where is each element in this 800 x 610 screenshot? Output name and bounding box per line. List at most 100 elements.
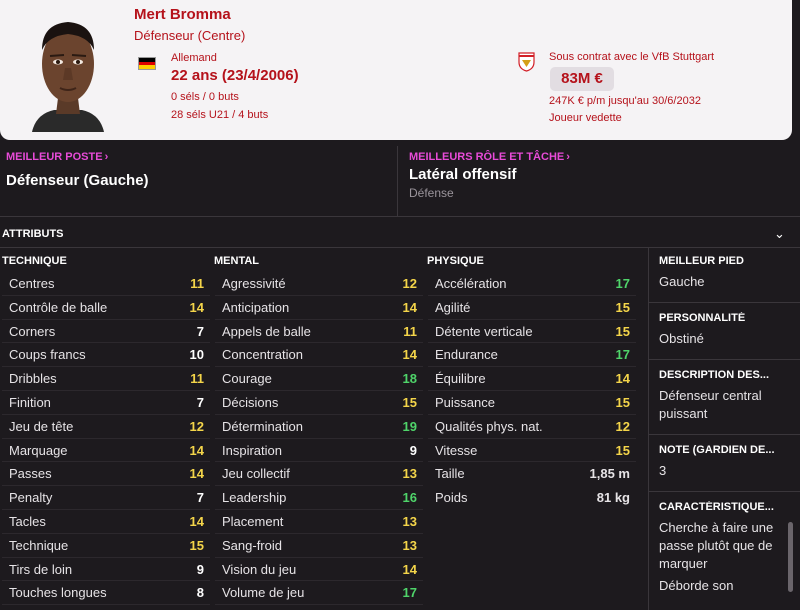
attribute-label: Tirs de loin [9, 561, 73, 577]
best-position-link[interactable]: MEILLEUR POSTE › [6, 151, 108, 163]
attribute-label: Passes [9, 466, 52, 482]
attribute-row[interactable]: Placement 13 [215, 510, 423, 534]
attribute-row[interactable]: Passes 14 [2, 462, 210, 486]
goalkeeper-rating: NOTE (GARDIEN DE... 3 [659, 444, 789, 480]
attribute-row[interactable]: Agressivité 12 [215, 272, 423, 296]
attributes-title: ATTRIBUTS [2, 228, 64, 240]
attribute-row[interactable]: Anticipation 14 [215, 296, 423, 320]
attribute-label: Agilité [435, 299, 471, 315]
attribute-label: Appels de balle [222, 323, 311, 339]
transfer-value-badge: 83M € [550, 67, 614, 91]
attribute-value: 13 [402, 466, 417, 482]
attribute-row[interactable]: Puissance 15 [428, 391, 636, 415]
player-nationality[interactable]: Allemand [171, 52, 217, 64]
height-row: Taille 1,85 m [428, 462, 636, 486]
attribute-row[interactable]: Détermination 19 [215, 415, 423, 439]
attribute-row[interactable]: Qualités phys. nat. 12 [428, 415, 636, 439]
attribute-row[interactable]: Coups francs 10 [2, 343, 210, 367]
preferred-foot-title: MEILLEUR PIED [659, 255, 744, 267]
attribute-row[interactable]: Leadership 16 [215, 486, 423, 510]
attribute-value: 19 [402, 418, 417, 434]
attribute-row[interactable]: Jeu de tête 12 [2, 415, 210, 439]
divider [0, 216, 800, 217]
attribute-value: 8 [196, 585, 204, 601]
attribute-value: 14 [189, 513, 204, 529]
attribute-label: Qualités phys. nat. [435, 418, 543, 434]
attribute-row[interactable]: Finition 7 [2, 391, 210, 415]
chevron-down-icon[interactable]: ⌄ [774, 226, 785, 242]
attribute-label: Inspiration [222, 442, 282, 458]
media-description-title: DESCRIPTION DES... [659, 369, 770, 381]
attribute-row[interactable]: Corners 7 [2, 320, 210, 344]
attribute-value: 17 [615, 276, 630, 291]
attribute-value: 11 [190, 371, 204, 387]
attribute-row[interactable]: Courage 18 [215, 367, 423, 391]
attribute-row[interactable]: Agilité 15 [428, 296, 636, 320]
player-position: Défenseur (Centre) [134, 28, 246, 43]
weight-value: 81 kg [596, 490, 630, 506]
media-description: DESCRIPTION DES... Défenseur central pui… [659, 369, 789, 423]
attribute-row[interactable]: Tirs de loin 9 [2, 558, 210, 582]
attribute-label: Vision du jeu [222, 561, 297, 577]
attribute-row[interactable]: Appels de balle 11 [215, 320, 423, 344]
attribute-row[interactable]: Centres 11 [2, 272, 210, 296]
attribute-value: 16 [402, 490, 417, 506]
attribute-row[interactable]: Vitesse 15 [428, 439, 636, 463]
attribute-row[interactable]: Concentration 14 [215, 343, 423, 367]
attribute-row[interactable]: Contrôle de balle 14 [2, 296, 210, 320]
goalkeeper-rating-title: NOTE (GARDIEN DE... [659, 444, 775, 456]
attribute-row[interactable]: Volume de jeu 17 [215, 581, 423, 605]
attribute-value: 7 [196, 394, 204, 410]
divider [649, 491, 800, 492]
attribute-label: Corners [9, 323, 56, 339]
attribute-row[interactable]: Vision du jeu 14 [215, 558, 423, 582]
attribute-label: Leadership [222, 490, 287, 506]
attribute-row[interactable]: Décisions 15 [215, 391, 423, 415]
attribute-value: 17 [402, 585, 417, 601]
attribute-row[interactable]: Dribbles 11 [2, 367, 210, 391]
player-trait: Déborde son [659, 578, 734, 593]
attribute-value: 14 [402, 561, 417, 577]
attribute-row[interactable]: Équilibre 14 [428, 367, 636, 391]
best-role-link[interactable]: MEILLEURS RÔLE ET TÂCHE › [409, 151, 570, 163]
player-traits-title: CARACTÉRISTIQUE... [659, 501, 774, 513]
mental-title: MENTAL [214, 255, 260, 267]
goalkeeper-rating-value: 3 [659, 463, 667, 478]
attribute-value: 11 [190, 276, 204, 291]
attribute-value: 14 [189, 466, 204, 482]
attribute-value: 12 [615, 418, 630, 434]
scrollbar[interactable] [788, 522, 793, 592]
attribute-value: 14 [189, 442, 204, 458]
physical-attributes: Accélération 17 Agilité 15 Détente verticale… [428, 272, 636, 510]
divider [649, 302, 800, 303]
best-role-duty: Défense [409, 186, 454, 200]
chevron-right-icon: › [104, 151, 109, 163]
attribute-row[interactable]: Inspiration 9 [215, 439, 423, 463]
attribute-row[interactable]: Accélération 17 [428, 272, 636, 296]
physical-rows: Accélération 17 Agilité 15 Détente verticale… [428, 272, 636, 463]
attribute-value: 15 [615, 442, 630, 458]
personality: PERSONNALITÉ Obstiné [659, 312, 789, 348]
attribute-value: 14 [189, 299, 204, 315]
attribute-row[interactable]: Sang-froid 13 [215, 534, 423, 558]
attribute-row[interactable]: Tacles 14 [2, 510, 210, 534]
divider [649, 359, 800, 360]
attribute-row[interactable]: Détente verticale 15 [428, 320, 636, 344]
attribute-value: 12 [402, 276, 417, 291]
attribute-label: Détermination [222, 418, 303, 434]
attribute-row[interactable]: Marquage 14 [2, 439, 210, 463]
attribute-label: Puissance [435, 394, 495, 410]
divider [649, 434, 800, 435]
attribute-label: Détente verticale [435, 323, 533, 339]
attribute-row[interactable]: Endurance 17 [428, 343, 636, 367]
attribute-label: Coups francs [9, 347, 86, 363]
attribute-row[interactable]: Jeu collectif 13 [215, 462, 423, 486]
attribute-label: Jeu de tête [9, 418, 74, 434]
attribute-value: 14 [402, 347, 417, 363]
attribute-value: 15 [615, 323, 630, 339]
attribute-label: Penalty [9, 490, 53, 506]
contract-club[interactable]: Sous contrat avec le VfB Stuttgart [549, 51, 714, 63]
attribute-row[interactable]: Technique 15 [2, 534, 210, 558]
attribute-row[interactable]: Penalty 7 [2, 486, 210, 510]
attribute-row[interactable]: Touches longues 8 [2, 581, 210, 605]
